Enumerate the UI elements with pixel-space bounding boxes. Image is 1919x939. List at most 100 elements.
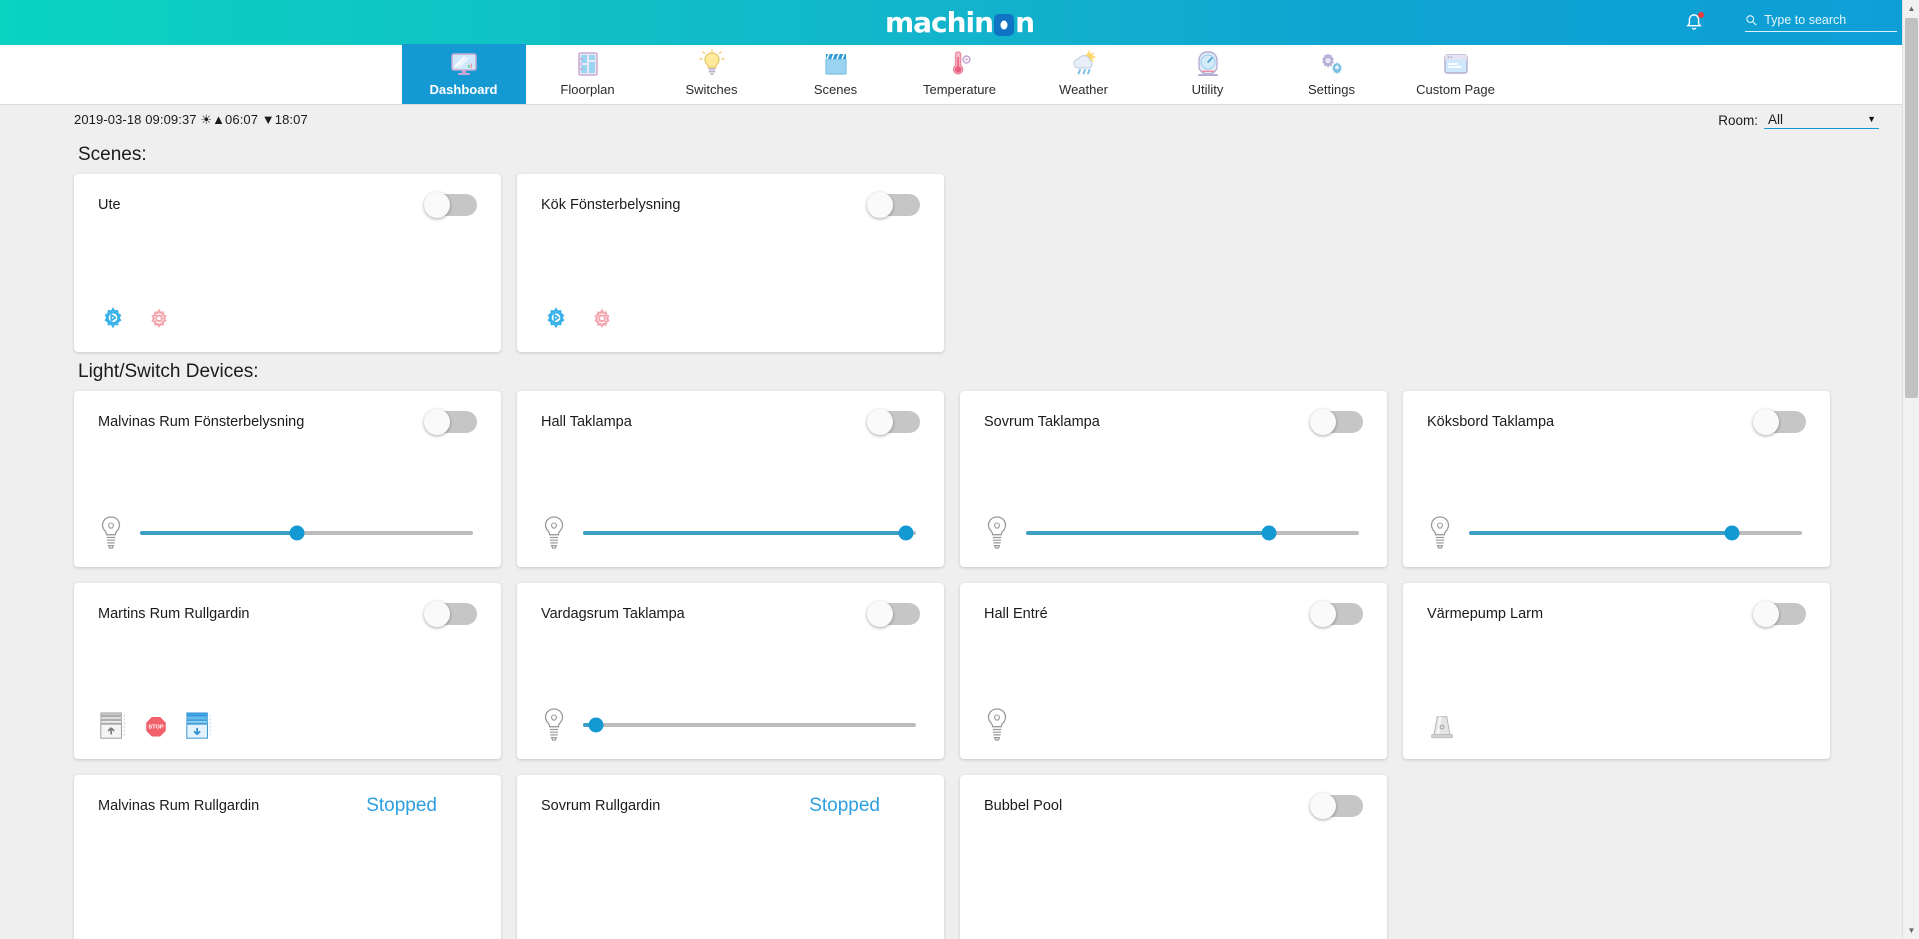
device-toggle[interactable] xyxy=(424,601,477,627)
scroll-down-arrow-icon[interactable]: ▼ xyxy=(1903,922,1919,939)
device-controls xyxy=(541,707,920,743)
blind-controls: STOP xyxy=(98,709,477,743)
card-header: Ute xyxy=(98,192,477,218)
device-toggle[interactable] xyxy=(1753,601,1806,627)
device-toggle[interactable] xyxy=(1310,793,1363,819)
card-header: Köksbord Taklampa xyxy=(1427,409,1806,435)
device-toggle[interactable] xyxy=(1310,409,1363,435)
nav-item-settings[interactable]: Settings xyxy=(1270,44,1394,104)
slider-knob[interactable] xyxy=(1724,525,1740,541)
device-toggle[interactable] xyxy=(1753,409,1806,435)
window-icon xyxy=(1443,54,1468,74)
nav-item-floorplan[interactable]: Floorplan xyxy=(526,44,650,104)
slider-knob[interactable] xyxy=(289,525,304,541)
slider-track[interactable] xyxy=(1026,525,1359,541)
lightbulb-icon xyxy=(544,708,564,741)
page-scrollbar[interactable]: ▲ ▼ xyxy=(1902,0,1919,939)
blind-up-icon[interactable] xyxy=(98,709,128,743)
brightness-slider[interactable] xyxy=(583,525,920,541)
main-navigation: Dashboard Floorplan Switches Scenes Temp… xyxy=(0,44,1919,105)
device-title: Malvinas Rum Rullgardin xyxy=(98,798,260,814)
scrollbar-thumb[interactable] xyxy=(1905,18,1918,398)
slider-track[interactable] xyxy=(140,525,473,541)
device-controls xyxy=(1427,515,1806,551)
dashboard-content: Scenes: Ute Kök Fönsterbelysning Light/S… xyxy=(0,135,1919,939)
blind-stop-icon[interactable]: STOP xyxy=(144,714,168,738)
lightbulb-icon xyxy=(987,708,1007,741)
lightbulb-icon xyxy=(101,516,121,549)
device-card: Hall Entré xyxy=(960,583,1387,759)
slider-track[interactable] xyxy=(1469,525,1802,541)
device-card: Köksbord Taklampa xyxy=(1403,391,1830,567)
app-logo: machin n xyxy=(0,6,1919,39)
scene-actions xyxy=(541,306,920,336)
card-header: Vardagsrum Taklampa xyxy=(541,601,920,627)
nav-label-scenes: Scenes xyxy=(813,82,858,97)
search-box[interactable] xyxy=(1745,13,1897,32)
scene-toggle[interactable] xyxy=(867,192,920,218)
devices-grid: Malvinas Rum Fönsterbelysning Hall Takla… xyxy=(74,391,1879,939)
slider-knob[interactable] xyxy=(1261,525,1277,541)
device-toggle[interactable] xyxy=(867,409,920,435)
notification-bell-button[interactable] xyxy=(1683,11,1705,35)
top-bar-right xyxy=(1683,0,1897,45)
slider-fill xyxy=(583,531,906,535)
device-toggle[interactable] xyxy=(424,409,477,435)
device-controls xyxy=(984,707,1363,743)
clapperboard-icon xyxy=(824,53,847,75)
nav-item-weather[interactable]: Weather xyxy=(1022,44,1146,104)
nav-item-custom-page[interactable]: Custom Page xyxy=(1394,44,1518,104)
device-toggle[interactable] xyxy=(1310,601,1363,627)
card-header: Sovrum Taklampa xyxy=(984,409,1363,435)
svg-text:STOP: STOP xyxy=(148,725,163,731)
siren-icon xyxy=(1431,716,1453,739)
floorplan-icon xyxy=(577,52,598,76)
chevron-down-icon: ▼ xyxy=(1867,114,1876,124)
gear-stop-icon[interactable] xyxy=(144,306,174,336)
gear-play-icon[interactable] xyxy=(98,306,128,336)
brightness-slider[interactable] xyxy=(1469,525,1806,541)
card-header: Värmepump Larm xyxy=(1427,601,1806,627)
scene-card: Kök Fönsterbelysning xyxy=(517,174,944,352)
nav-item-switches[interactable]: Switches xyxy=(650,44,774,104)
nav-item-dashboard[interactable]: Dashboard xyxy=(401,44,526,104)
brightness-slider[interactable] xyxy=(583,717,920,733)
status-badge: Stopped xyxy=(809,795,880,816)
slider-knob[interactable] xyxy=(588,717,604,733)
slider-track[interactable] xyxy=(583,525,916,541)
device-card: Sovrum Taklampa xyxy=(960,391,1387,567)
top-bar: machin n xyxy=(0,0,1919,45)
blind-down-icon[interactable] xyxy=(184,709,214,743)
brand-o-icon xyxy=(994,14,1015,36)
device-title: Malvinas Rum Fönsterbelysning xyxy=(98,414,305,430)
gear-play-icon[interactable] xyxy=(541,306,571,336)
scene-toggle[interactable] xyxy=(424,192,477,218)
brightness-slider[interactable] xyxy=(140,525,477,541)
nav-item-utility[interactable]: Utility xyxy=(1146,44,1270,104)
brand-text-right: n xyxy=(1015,6,1035,39)
device-title: Sovrum Taklampa xyxy=(984,414,1100,430)
device-toggle[interactable] xyxy=(867,601,920,627)
gauge-icon xyxy=(1197,51,1218,76)
slider-knob[interactable] xyxy=(898,525,914,541)
slider-fill xyxy=(140,531,297,535)
nav-item-scenes[interactable]: Scenes xyxy=(774,44,898,104)
scroll-up-arrow-icon[interactable]: ▲ xyxy=(1903,0,1919,17)
scene-title: Ute xyxy=(98,197,121,213)
slider-track[interactable] xyxy=(583,717,916,733)
nav-label-utility: Utility xyxy=(1191,82,1224,97)
cloud-sun-icon xyxy=(1072,50,1096,75)
device-title: Bubbel Pool xyxy=(984,798,1063,814)
room-dropdown[interactable]: All ▼ xyxy=(1764,112,1879,129)
brightness-slider[interactable] xyxy=(1026,525,1363,541)
nav-item-temperature[interactable]: Temperature xyxy=(898,44,1022,104)
scenes-section-title: Scenes: xyxy=(78,144,147,165)
device-card: Bubbel Pool xyxy=(960,775,1387,939)
gears-icon xyxy=(1321,53,1342,75)
search-input[interactable] xyxy=(1764,13,1897,27)
thermometer-icon xyxy=(952,51,971,75)
gear-stop-icon[interactable] xyxy=(587,306,617,336)
brand-text-left: machin xyxy=(884,6,994,39)
nav-label-weather: Weather xyxy=(1059,82,1108,97)
card-header: Hall Taklampa xyxy=(541,409,920,435)
